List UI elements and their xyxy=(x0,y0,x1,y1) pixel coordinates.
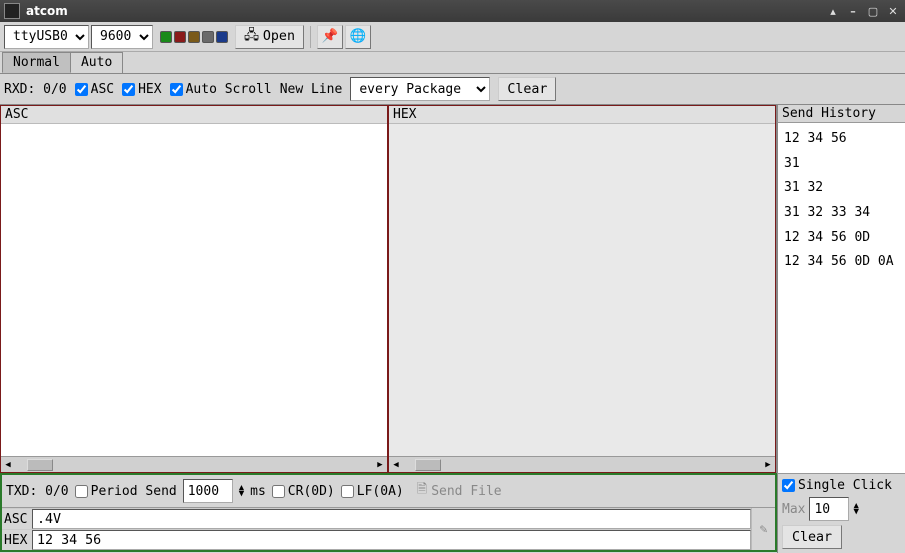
scroll-right-icon[interactable]: ▶ xyxy=(761,458,775,472)
pin-button[interactable]: 📌 xyxy=(317,25,343,49)
autoscroll-checkbox[interactable] xyxy=(170,83,183,96)
history-clear-button[interactable]: Clear xyxy=(782,525,842,549)
tx-asc-input[interactable] xyxy=(32,509,751,529)
hex-pane-body[interactable] xyxy=(389,124,775,456)
tab-bar: Normal Auto xyxy=(0,52,905,73)
history-item[interactable]: 12 34 56 0D 0A xyxy=(784,250,899,275)
lf-text: LF(0A) xyxy=(357,484,404,499)
tx-options-bar: TXD: 0/0 Period Send ▲▼ ms CR(0D) LF(0A xyxy=(2,475,775,508)
send-icon: ✎ xyxy=(760,522,768,537)
rxd-counter: RXD: 0/0 xyxy=(4,82,67,97)
rollup-button[interactable]: ▴ xyxy=(825,3,841,19)
rx-options-bar: RXD: 0/0 ASC HEX Auto Scroll New Line ev… xyxy=(0,74,905,105)
led-green xyxy=(160,31,172,43)
side-panel: Send History 12 34 563131 3231 32 33 341… xyxy=(777,105,905,473)
led-brown xyxy=(188,31,200,43)
globe-icon: 🌐 xyxy=(350,29,367,44)
single-click-checkbox[interactable] xyxy=(782,479,795,492)
max-label: Max xyxy=(782,502,805,517)
tab-auto[interactable]: Auto xyxy=(70,52,123,73)
rx-panes: ASC ◀ ▶ HEX ◀ ▶ xyxy=(0,105,777,473)
ms-label: ms xyxy=(250,484,266,499)
led-red xyxy=(174,31,186,43)
scroll-thumb[interactable] xyxy=(27,459,53,471)
single-click-label[interactable]: Single Click xyxy=(782,478,901,493)
close-button[interactable]: ✕ xyxy=(885,3,901,19)
period-input[interactable] xyxy=(183,479,233,503)
asc-pane: ASC ◀ ▶ xyxy=(0,105,388,473)
asc-scrollbar[interactable]: ◀ ▶ xyxy=(1,456,387,472)
lf-checkbox[interactable] xyxy=(341,485,354,498)
tx-asc-label: ASC xyxy=(2,512,32,527)
rx-clear-button[interactable]: Clear xyxy=(498,77,556,101)
max-input[interactable] xyxy=(809,497,849,521)
history-item[interactable]: 12 34 56 xyxy=(784,127,899,152)
maximize-button[interactable]: ▢ xyxy=(865,3,881,19)
history-item[interactable]: 12 34 56 0D xyxy=(784,226,899,251)
tx-hex-label: HEX xyxy=(2,533,32,548)
led-group xyxy=(159,31,229,43)
separator xyxy=(310,26,311,48)
hex-pane: HEX ◀ ▶ xyxy=(388,105,776,473)
tab-normal[interactable]: Normal xyxy=(2,52,71,73)
scroll-thumb[interactable] xyxy=(415,459,441,471)
asc-checkbox[interactable] xyxy=(75,83,88,96)
led-blue xyxy=(216,31,228,43)
scroll-left-icon[interactable]: ◀ xyxy=(1,458,15,472)
scroll-right-icon[interactable]: ▶ xyxy=(373,458,387,472)
open-label: Open xyxy=(263,29,295,44)
asc-pane-header: ASC xyxy=(1,106,387,124)
tx-area: TXD: 0/0 Period Send ▲▼ ms CR(0D) LF(0A xyxy=(0,473,777,552)
spinner-icon[interactable]: ▲▼ xyxy=(239,485,244,498)
history-list[interactable]: 12 34 563131 3231 32 33 3412 34 56 0D12 … xyxy=(777,123,905,473)
period-text: Period Send xyxy=(91,484,177,499)
asc-pane-body[interactable] xyxy=(1,124,387,456)
spinner-icon[interactable]: ▲▼ xyxy=(853,503,858,516)
asc-check-text: ASC xyxy=(91,82,114,97)
main-toolbar: ttyUSB0 9600 🖧 Open 📌 🌐 xyxy=(0,22,905,52)
window-title: atcom xyxy=(26,4,68,18)
led-gray xyxy=(202,31,214,43)
send-button[interactable]: ✎ xyxy=(751,508,775,550)
period-checkbox[interactable] xyxy=(75,485,88,498)
cr-checkbox-label[interactable]: CR(0D) xyxy=(272,484,335,499)
send-file-button: 🗎 Send File xyxy=(410,478,509,504)
file-icon: 🗎 xyxy=(417,480,427,502)
hex-scrollbar[interactable]: ◀ ▶ xyxy=(389,456,775,472)
lf-checkbox-label[interactable]: LF(0A) xyxy=(341,484,404,499)
open-button[interactable]: 🖧 Open xyxy=(235,25,304,49)
globe-button[interactable]: 🌐 xyxy=(345,25,371,49)
history-item[interactable]: 31 32 xyxy=(784,176,899,201)
history-item[interactable]: 31 32 33 34 xyxy=(784,201,899,226)
minimize-button[interactable]: – xyxy=(845,3,861,19)
txd-counter: TXD: 0/0 xyxy=(6,484,69,499)
newline-label: New Line xyxy=(280,82,343,97)
hex-checkbox[interactable] xyxy=(122,83,135,96)
newline-select[interactable]: every Package xyxy=(350,77,490,101)
hex-checkbox-label[interactable]: HEX xyxy=(122,82,161,97)
autoscroll-checkbox-label[interactable]: Auto Scroll xyxy=(170,82,272,97)
pin-icon: 📌 xyxy=(322,29,339,44)
history-item[interactable]: 31 xyxy=(784,152,899,177)
hex-check-text: HEX xyxy=(138,82,161,97)
single-click-text: Single Click xyxy=(798,478,892,493)
hex-pane-header: HEX xyxy=(389,106,775,124)
scroll-left-icon[interactable]: ◀ xyxy=(389,458,403,472)
history-title: Send History xyxy=(777,105,905,123)
tx-hex-input[interactable] xyxy=(32,530,751,550)
port-select[interactable]: ttyUSB0 xyxy=(4,25,89,49)
period-checkbox-label[interactable]: Period Send xyxy=(75,484,177,499)
title-bar: atcom ▴ – ▢ ✕ xyxy=(0,0,905,22)
open-icon: 🖧 xyxy=(244,26,259,48)
cr-checkbox[interactable] xyxy=(272,485,285,498)
cr-text: CR(0D) xyxy=(288,484,335,499)
send-file-label: Send File xyxy=(431,484,501,499)
baud-select[interactable]: 9600 xyxy=(91,25,153,49)
autoscroll-text: Auto Scroll xyxy=(186,82,272,97)
app-icon xyxy=(4,3,20,19)
asc-checkbox-label[interactable]: ASC xyxy=(75,82,114,97)
